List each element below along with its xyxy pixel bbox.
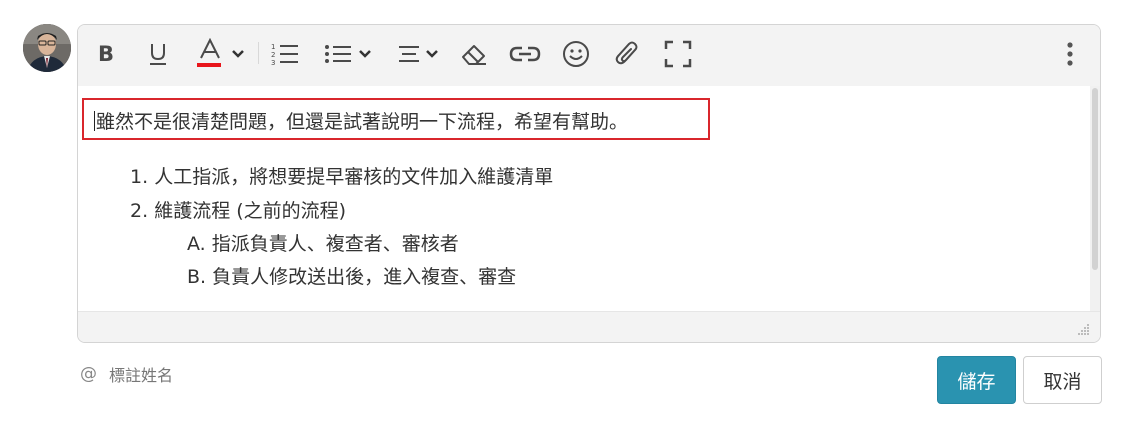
text-caret — [94, 111, 95, 131]
svg-text:2: 2 — [271, 51, 275, 59]
align-button[interactable] — [396, 36, 440, 72]
clear-format-button[interactable] — [458, 36, 490, 72]
chevron-down-icon — [232, 50, 244, 58]
avatar — [23, 24, 71, 72]
font-color-icon — [197, 38, 221, 67]
paperclip-icon — [615, 41, 638, 65]
rich-text-editor: B 1 2 3 雖然不是很清楚問題，但還是試著說明一下流程，希望有幫助。 1. … — [77, 24, 1101, 343]
editor-toolbar: B 1 2 3 — [78, 25, 1100, 87]
link-icon — [509, 46, 541, 62]
align-center-icon — [399, 46, 419, 62]
mention-placeholder: 標註姓名 — [109, 366, 174, 385]
resize-handle-icon[interactable] — [1076, 321, 1090, 335]
bullet-list-button[interactable] — [322, 36, 374, 72]
editor-statusbar — [78, 311, 1100, 342]
bullet-list-icon — [325, 45, 351, 63]
cancel-button[interactable]: 取消 — [1023, 356, 1102, 404]
list-marker: 1. — [130, 166, 149, 188]
underline-icon — [150, 44, 166, 65]
attachment-button[interactable] — [612, 36, 642, 72]
paragraph-text: 雖然不是很清楚問題，但還是試著說明一下流程，希望有幫助。 — [96, 111, 629, 133]
fullscreen-icon — [664, 40, 692, 68]
highlighted-paragraph: 雖然不是很清楚問題，但還是試著說明一下流程，希望有幫助。 — [82, 98, 710, 140]
list-item: 2. 維護流程 (之前的流程) — [130, 196, 346, 223]
font-color-button[interactable] — [194, 36, 246, 72]
list-item-text: 人工指派，將想要提早審核的文件加入維護清單 — [154, 166, 554, 188]
list-marker: A. — [187, 233, 206, 255]
toolbar-divider — [258, 42, 259, 64]
list-item-text: 負責人修改送出後，進入複查、審查 — [212, 266, 517, 288]
at-icon: @ — [80, 364, 97, 384]
more-vertical-icon — [1067, 42, 1073, 66]
editor-content[interactable]: 雖然不是很清楚問題，但還是試著說明一下流程，希望有幫助。 1. 人工指派，將想要… — [78, 86, 1090, 312]
list-marker: B. — [187, 266, 207, 288]
more-options-button[interactable] — [1060, 36, 1080, 72]
chevron-down-icon — [426, 50, 438, 58]
scrollbar-thumb[interactable] — [1092, 88, 1098, 270]
bold-icon: B — [97, 42, 114, 66]
ordered-list-button[interactable]: 1 2 3 — [268, 36, 302, 72]
smiley-icon — [563, 41, 589, 67]
editor-scrollbar[interactable] — [1090, 86, 1100, 312]
emoji-button[interactable] — [560, 36, 592, 72]
svg-text:1: 1 — [271, 43, 275, 51]
sub-list-item: A. 指派負責人、複查者、審核者 — [187, 229, 459, 256]
fullscreen-button[interactable] — [662, 36, 694, 72]
ordered-list-icon: 1 2 3 — [271, 43, 298, 67]
chevron-down-icon — [359, 50, 371, 58]
sub-list-item: B. 負責人修改送出後，進入複查、審查 — [187, 262, 516, 289]
list-item: 1. 人工指派，將想要提早審核的文件加入維護清單 — [130, 162, 553, 189]
underline-button[interactable] — [144, 36, 172, 72]
bold-button[interactable]: B — [92, 36, 120, 72]
svg-text:3: 3 — [271, 59, 275, 67]
list-item-text: 指派負責人、複查者、審核者 — [211, 233, 459, 255]
list-item-text: 維護流程 (之前的流程) — [154, 200, 347, 222]
save-button[interactable]: 儲存 — [937, 356, 1016, 404]
insert-link-button[interactable] — [508, 36, 542, 72]
list-marker: 2. — [130, 200, 149, 222]
eraser-icon — [462, 45, 486, 65]
mention-field[interactable]: @ 標註姓名 — [80, 362, 173, 386]
